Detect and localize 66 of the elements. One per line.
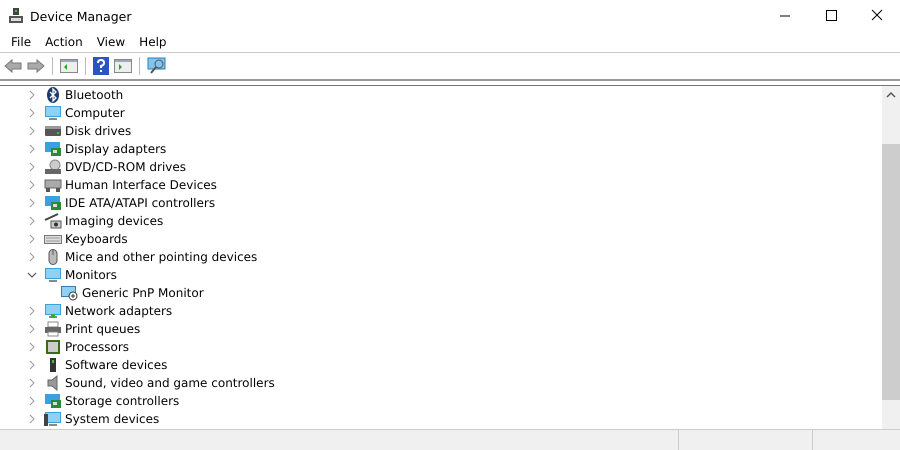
help-icon[interactable] [93, 57, 109, 75]
adapter-card-icon [44, 393, 62, 409]
back-arrow-icon[interactable] [4, 58, 22, 74]
scrollbar-thumb[interactable] [882, 144, 900, 400]
expand-chevron-icon[interactable] [27, 126, 37, 136]
menu-item[interactable]: View [90, 35, 132, 49]
tree-item[interactable]: Print queues [65, 322, 140, 336]
disk-drive-icon [44, 123, 62, 139]
tree-item[interactable]: Sound, video and game controllers [65, 376, 275, 390]
adapter-card-icon [44, 141, 62, 157]
printer-icon [44, 321, 62, 337]
run-pane-icon[interactable] [114, 58, 132, 74]
expand-chevron-icon[interactable] [27, 324, 37, 334]
tree-item[interactable]: IDE ATA/ATAPI controllers [65, 196, 216, 210]
tree-item[interactable]: Processors [65, 340, 130, 354]
tree-item[interactable]: Network adapters [65, 304, 172, 318]
window-title: Device Manager [30, 8, 132, 24]
expand-chevron-icon[interactable] [27, 342, 37, 352]
expand-chevron-icon[interactable] [27, 90, 37, 100]
monitor-icon [44, 267, 62, 283]
monitor-device-icon [61, 285, 79, 301]
properties-pane-icon[interactable] [60, 58, 78, 74]
expand-chevron-icon[interactable] [27, 198, 37, 208]
expand-chevron-icon[interactable] [27, 144, 37, 154]
keyboard-device-icon [44, 177, 62, 193]
collapse-chevron-icon[interactable] [27, 270, 37, 280]
scan-monitor-icon[interactable] [147, 57, 167, 75]
tree-item[interactable]: Bluetooth [65, 88, 124, 102]
tree-item[interactable]: Display adapters [65, 142, 166, 156]
menu-item[interactable]: Help [132, 35, 174, 49]
disc-drive-icon [44, 159, 62, 175]
tree-item[interactable]: Computer [65, 106, 125, 120]
expand-chevron-icon[interactable] [27, 396, 37, 406]
menu-item[interactable]: File [4, 35, 38, 49]
expand-chevron-icon[interactable] [27, 306, 37, 316]
tree-item[interactable]: System devices [65, 412, 160, 426]
tree-item[interactable]: Generic PnP Monitor [82, 286, 204, 300]
tree-item[interactable]: Keyboards [65, 232, 128, 246]
expand-chevron-icon[interactable] [27, 252, 37, 262]
expand-chevron-icon[interactable] [27, 180, 37, 190]
tree-item[interactable]: Mice and other pointing devices [65, 250, 258, 264]
expand-chevron-icon[interactable] [27, 216, 37, 226]
tree-item[interactable]: Human Interface Devices [65, 178, 217, 192]
processor-icon [44, 339, 62, 355]
tree-item[interactable]: Imaging devices [65, 214, 164, 228]
expand-chevron-icon[interactable] [27, 414, 37, 424]
tree-item[interactable]: Storage controllers [65, 394, 180, 408]
tree-item[interactable]: Disk drives [65, 124, 132, 138]
expand-chevron-icon[interactable] [27, 378, 37, 388]
app-icon [8, 8, 24, 24]
tree-item[interactable]: Monitors [65, 268, 117, 282]
expand-chevron-icon[interactable] [27, 108, 37, 118]
network-monitor-icon [44, 303, 62, 319]
expand-chevron-icon[interactable] [27, 162, 37, 172]
tree-item[interactable]: Software devices [65, 358, 168, 372]
monitor-icon [44, 105, 62, 121]
expand-chevron-icon[interactable] [27, 234, 37, 244]
bluetooth-icon [44, 87, 62, 103]
scrollbar[interactable] [882, 86, 900, 429]
tree-item[interactable]: DVD/CD-ROM drives [65, 160, 186, 174]
forward-arrow-icon[interactable] [27, 58, 45, 74]
expand-chevron-icon[interactable] [27, 360, 37, 370]
adapter-card-icon [44, 195, 62, 211]
system-monitor-icon [44, 411, 62, 427]
menu-item[interactable]: Action [38, 35, 90, 49]
camera-icon [44, 213, 62, 229]
